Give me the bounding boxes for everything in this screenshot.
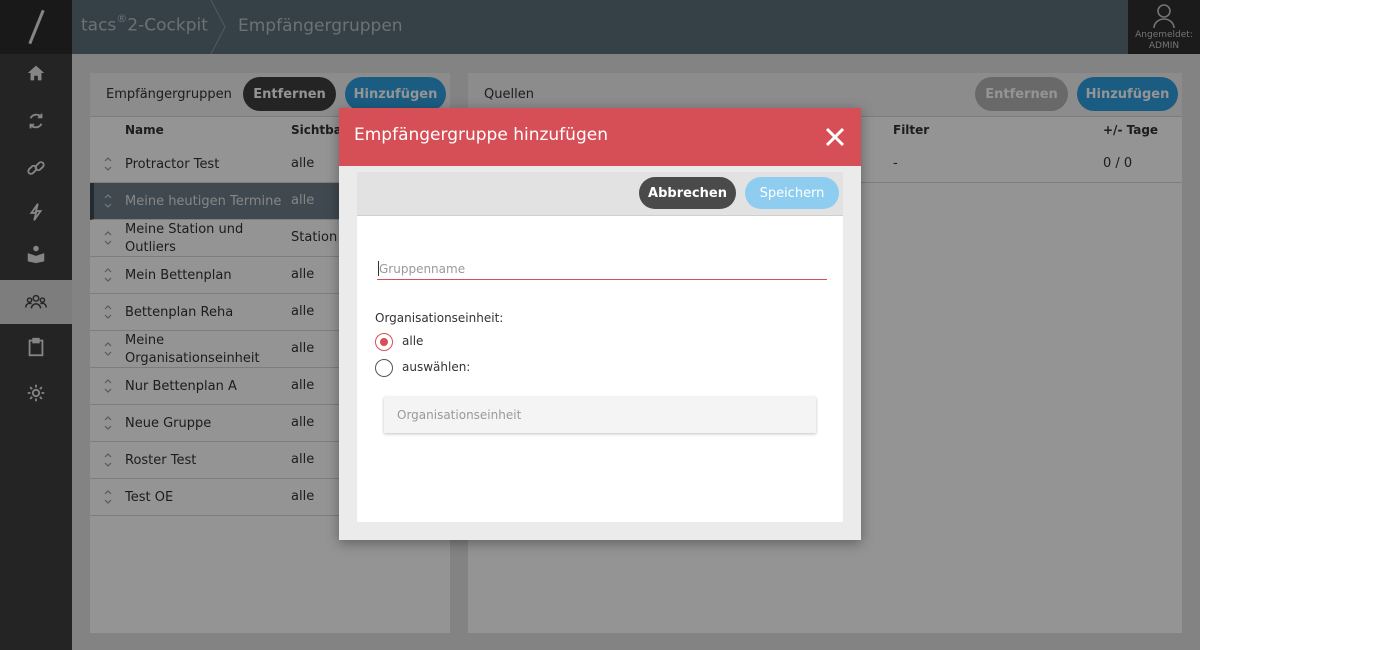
cancel-button[interactable]: Abbrechen (639, 177, 736, 209)
radio-all[interactable] (375, 333, 393, 351)
dialog-title: Empfängergruppe hinzufügen (354, 125, 608, 145)
org-unit-select-placeholder: Organisationseinheit (397, 408, 522, 422)
app-window: tacs®2-Cockpit Empfängergruppen Angemeld… (0, 0, 1200, 650)
add-recipient-group-dialog: Empfängergruppe hinzufügen Abbrechen Spe… (339, 108, 861, 540)
dialog-body: Abbrechen Speichern Organisationseinheit… (357, 172, 843, 522)
org-unit-select[interactable]: Organisationseinheit (384, 397, 816, 433)
group-name-input[interactable] (377, 258, 827, 280)
dialog-toolbar: Abbrechen Speichern (357, 172, 843, 216)
text-cursor (378, 261, 379, 276)
radio-all-label: alle (402, 334, 424, 348)
radio-select[interactable] (375, 359, 393, 377)
org-unit-label: Organisationseinheit: (375, 311, 504, 325)
radio-select-label: auswählen: (402, 360, 471, 374)
close-icon[interactable] (823, 125, 847, 149)
save-button[interactable]: Speichern (745, 177, 839, 209)
dialog-header: Empfängergruppe hinzufügen (339, 108, 861, 166)
